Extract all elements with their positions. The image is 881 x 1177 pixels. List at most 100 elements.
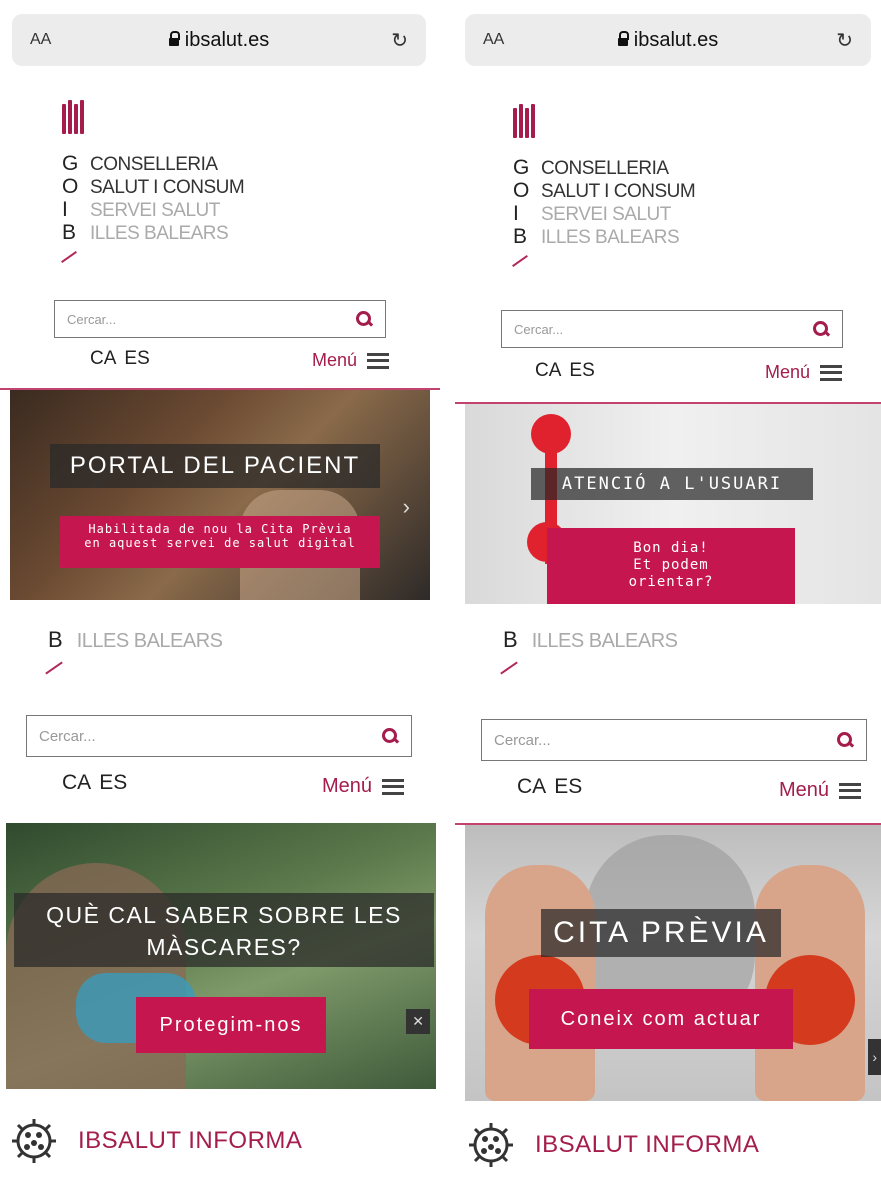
lang-es-link[interactable]: ES: [99, 771, 127, 795]
slide-button[interactable]: Habilitada de nou la Cita Prèvia en aque…: [60, 516, 380, 568]
menu-button[interactable]: Menú: [322, 775, 405, 798]
hamburger-icon: [820, 364, 843, 381]
logo-slash: [500, 661, 518, 675]
logo-letter: I: [513, 202, 519, 225]
search-input[interactable]: Cercar...: [481, 719, 867, 761]
screenshot-panel-2: AA ibsalut.es ↻ G CONSELLERIA O SALUT I CO…: [455, 0, 881, 610]
logo-line: CONSELLERIA: [90, 154, 218, 175]
lock-icon: [617, 31, 629, 46]
hero-slide-atencio[interactable]: ATENCIÓ A L'USUARI Bon dia! Et podem ori…: [465, 404, 881, 604]
logo-letter: B: [62, 221, 77, 244]
slide-subtitle-line: en aquest servei de salut digital: [84, 536, 356, 550]
ibsalut-informa-label: IBSALUT INFORMA: [78, 1127, 303, 1154]
lang-ca-link[interactable]: CA: [62, 771, 91, 795]
reload-icon[interactable]: ↻: [836, 28, 853, 53]
menu-label: Menú: [765, 362, 811, 382]
hamburger-icon: [382, 778, 405, 795]
menu-label: Menú: [779, 779, 830, 801]
ibsalut-informa-link[interactable]: IBSALUT INFORMA: [8, 1115, 302, 1167]
goib-logo[interactable]: G CONSELLERIA O SALUT I CONSUM I SERVEI SAL…: [61, 100, 342, 263]
logo-letter: G: [513, 156, 530, 179]
logo-slash: [512, 255, 528, 267]
reload-icon[interactable]: ↻: [391, 28, 408, 53]
screenshot-panel-1: AA ibsalut.es ↻ G CONSELLERIA O SALUT I CO…: [0, 0, 440, 610]
slide-title: PORTAL DEL PACIENT: [50, 444, 380, 488]
logo-letter: O: [513, 179, 530, 202]
address-bar[interactable]: AA ibsalut.es ↻: [465, 14, 871, 66]
menu-button[interactable]: Menú: [779, 779, 862, 802]
slide-subtitle-line: Bon dia!: [633, 540, 709, 556]
logo-letter: B: [48, 627, 63, 652]
slide-title: QUÈ CAL SABER SOBRE LES MÀSCARES?: [14, 893, 434, 967]
logo-line: ILLES BALEARS: [90, 223, 229, 244]
text-size-button[interactable]: AA: [30, 31, 51, 49]
slide-title: CITA PRÈVIA: [541, 909, 781, 957]
menu-label: Menú: [322, 775, 373, 797]
search-icon[interactable]: [812, 320, 831, 338]
logo-line: SERVEI SALUT: [90, 200, 220, 221]
screenshot-panel-4: B ILLES BALEARS Cercar... CA ES Menú CIT…: [455, 615, 881, 1177]
url-text: ibsalut.es: [184, 28, 270, 51]
logo-line: CONSELLERIA: [541, 158, 669, 179]
slide-title-line: MÀSCARES?: [146, 934, 302, 960]
logo-slash: [45, 661, 63, 675]
slide-button[interactable]: Bon dia! Et podem orientar?: [547, 528, 795, 604]
pause-icon[interactable]: ✕: [406, 1009, 430, 1034]
language-switch: CA ES: [90, 348, 150, 370]
logo-line: ILLES BALEARS: [76, 630, 223, 652]
goib-logo[interactable]: G CONSELLERIA O SALUT I CONSUM I SERVEI SAL…: [512, 104, 793, 267]
address-bar[interactable]: AA ibsalut.es ↻: [12, 14, 426, 66]
slide-title-line: QUÈ CAL SABER SOBRE LES: [46, 902, 402, 928]
screenshot-panel-3: B ILLES BALEARS Cercar... CA ES Menú QUÈ…: [0, 615, 440, 1177]
logo-mark-icon: [513, 104, 535, 138]
lang-ca-link[interactable]: CA: [517, 775, 546, 799]
slide-subtitle-line: orientar?: [628, 574, 714, 590]
search-icon[interactable]: [836, 731, 855, 749]
next-slide-icon[interactable]: ›: [868, 1039, 881, 1075]
slide-subtitle-line: Et podem: [633, 557, 709, 573]
hero-slide-mascares[interactable]: QUÈ CAL SABER SOBRE LES MÀSCARES? Proteg…: [6, 823, 436, 1089]
language-switch: CA ES: [62, 771, 127, 795]
search-input[interactable]: Cercar...: [54, 300, 386, 338]
search-icon[interactable]: [355, 310, 374, 328]
menu-button[interactable]: Menú: [765, 362, 843, 383]
hero-slide-portal[interactable]: PORTAL DEL PACIENT Habilitada de nou la …: [10, 390, 430, 600]
logo-line: ILLES BALEARS: [531, 630, 678, 652]
menu-button[interactable]: Menú: [312, 350, 390, 371]
search-icon[interactable]: [381, 727, 400, 745]
logo-letter: B: [513, 225, 528, 248]
logo-letter: G: [62, 152, 79, 175]
lang-es-link[interactable]: ES: [569, 360, 594, 382]
lang-es-link[interactable]: ES: [554, 775, 582, 799]
slide-button[interactable]: Coneix com actuar: [529, 989, 793, 1049]
slide-subtitle-line: Habilitada de nou la Cita Prèvia: [88, 522, 352, 536]
search-placeholder: Cercar...: [514, 321, 564, 337]
ibsalut-informa-link[interactable]: IBSALUT INFORMA: [465, 1119, 759, 1171]
partial-logo: B ILLES BALEARS: [48, 627, 223, 653]
search-input[interactable]: Cercar...: [26, 715, 412, 757]
hamburger-icon: [839, 782, 862, 799]
logo-line: SERVEI SALUT: [541, 204, 671, 225]
slide-title: ATENCIÓ A L'USUARI: [531, 468, 813, 500]
text-size-button[interactable]: AA: [483, 31, 504, 49]
slide-button[interactable]: Protegim-nos: [136, 997, 326, 1053]
logo-letter: I: [62, 198, 68, 221]
url-text: ibsalut.es: [633, 28, 719, 51]
next-slide-icon[interactable]: ›: [403, 494, 410, 520]
search-placeholder: Cercar...: [494, 731, 551, 749]
menu-label: Menú: [312, 350, 358, 370]
lang-ca-link[interactable]: CA: [90, 348, 116, 370]
search-placeholder: Cercar...: [67, 311, 117, 327]
lang-es-link[interactable]: ES: [124, 348, 149, 370]
virus-icon: [12, 1119, 56, 1163]
hero-slide-cita-previa[interactable]: CITA PRÈVIA Coneix com actuar ›: [465, 825, 881, 1101]
url-host: ibsalut.es: [617, 28, 719, 52]
language-switch: CA ES: [517, 775, 582, 799]
lang-ca-link[interactable]: CA: [535, 360, 561, 382]
search-input[interactable]: Cercar...: [501, 310, 843, 348]
logo-slash: [61, 251, 77, 263]
search-placeholder: Cercar...: [39, 727, 96, 745]
logo-line: SALUT I CONSUM: [541, 181, 696, 202]
virus-icon: [469, 1123, 513, 1167]
lock-icon: [168, 31, 180, 46]
